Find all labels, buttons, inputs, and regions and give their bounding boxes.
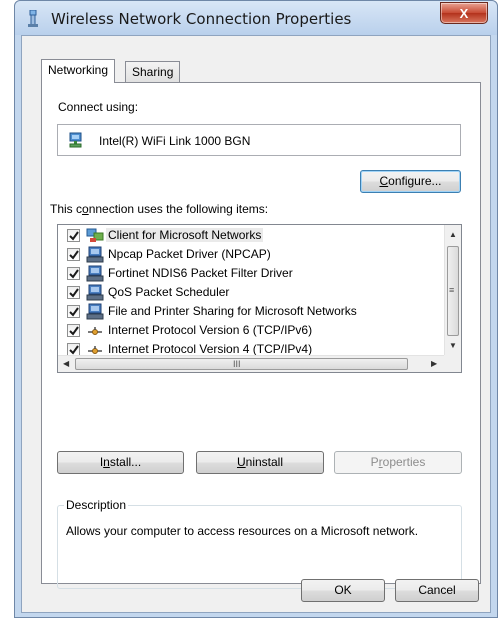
window-title: Wireless Network Connection Properties <box>51 10 352 28</box>
networking-panel: Connect using: Intel(R) WiFi Link 1000 B… <box>41 82 481 589</box>
tab-networking-label: Networking <box>48 63 109 77</box>
description-group: Description Allows your computer to acce… <box>57 498 462 589</box>
uninstall-button[interactable]: Uninstall <box>196 451 324 474</box>
network-client-icon <box>86 228 104 242</box>
close-icon: X <box>459 5 469 21</box>
dialog-client-area: Networking Sharing Connect using: Intel(… <box>21 35 491 613</box>
description-legend: Description <box>64 498 129 512</box>
scroll-down-arrow-icon[interactable]: ▼ <box>449 341 457 350</box>
scrollbar-corner <box>444 355 461 372</box>
network-connection-icon <box>28 10 38 27</box>
title-bar[interactable]: Wireless Network Connection Properties X <box>15 1 497 35</box>
configure-button[interactable]: Configure... <box>360 170 461 193</box>
network-protocol-icon <box>88 327 102 335</box>
checkbox-fortinet-ndis6-filter[interactable] <box>67 267 80 280</box>
item-label: Fortinet NDIS6 Packet Filter Driver <box>108 266 293 280</box>
list-item-fortinet-ndis6-filter[interactable]: Fortinet NDIS6 Packet Filter Driver <box>60 264 439 283</box>
item-label: Npcap Packet Driver (NPCAP) <box>108 247 271 261</box>
checkbox-qos-packet-scheduler[interactable] <box>67 286 80 299</box>
network-service-icon <box>86 303 104 320</box>
items-label-accel: o <box>82 202 89 216</box>
network-service-icon <box>86 246 104 263</box>
check-icon <box>69 231 79 241</box>
install-accel: n <box>103 455 110 469</box>
checkbox-tcp-ipv6[interactable] <box>67 324 80 337</box>
properties-window: Wireless Network Connection Properties X… <box>14 0 498 618</box>
list-item-file-printer-sharing[interactable]: File and Printer Sharing for Microsoft N… <box>60 302 439 321</box>
item-label: Internet Protocol Version 4 (TCP/IPv4) <box>108 342 313 356</box>
checkbox-client-for-microsoft-networks[interactable] <box>67 229 80 242</box>
check-icon <box>69 307 79 317</box>
item-label: QoS Packet Scheduler <box>108 285 230 299</box>
item-label: File and Printer Sharing for Microsoft N… <box>108 304 357 318</box>
scroll-left-arrow-icon[interactable]: ◀ <box>63 359 69 368</box>
horizontal-scrollbar[interactable]: ◀ III ▶ <box>58 355 444 372</box>
uninstall-post: ninstall <box>245 455 284 469</box>
list-item-qos-packet-scheduler[interactable]: QoS Packet Scheduler <box>60 283 439 302</box>
install-post: stall... <box>109 455 142 469</box>
item-label: Client for Microsoft Networks <box>106 228 264 242</box>
items-label-post: nnection uses the following items: <box>88 202 269 216</box>
vertical-scrollbar[interactable]: ▲ ≡ ▼ <box>444 225 461 355</box>
cancel-button[interactable]: Cancel <box>395 579 479 602</box>
scroll-right-arrow-icon[interactable]: ▶ <box>431 359 437 368</box>
install-button[interactable]: Install... <box>57 451 184 474</box>
scroll-up-arrow-icon[interactable]: ▲ <box>449 230 457 239</box>
uninstall-accel: U <box>236 455 246 469</box>
configure-post: onfigure... <box>388 174 442 188</box>
tab-networking[interactable]: Networking <box>41 59 116 83</box>
check-icon <box>69 326 79 336</box>
list-item-client-for-microsoft-networks[interactable]: Client for Microsoft Networks <box>60 226 439 245</box>
adapter-name: Intel(R) WiFi Link 1000 BGN <box>99 134 251 148</box>
v-grip-icon: ≡ <box>449 285 455 295</box>
properties-button[interactable]: Properties <box>334 451 462 474</box>
checkbox-file-printer-sharing[interactable] <box>67 305 80 318</box>
tab-sharing[interactable]: Sharing <box>125 61 181 82</box>
vertical-scroll-thumb[interactable]: ≡ <box>447 246 459 336</box>
list-item-npcap-packet-driver[interactable]: Npcap Packet Driver (NPCAP) <box>60 245 439 264</box>
h-grip-icon: III <box>233 359 241 369</box>
check-icon <box>69 250 79 260</box>
close-button[interactable]: X <box>440 2 488 24</box>
item-label: Internet Protocol Version 6 (TCP/IPv6) <box>108 323 313 337</box>
list-item-tcp-ipv6[interactable]: Internet Protocol Version 6 (TCP/IPv6) <box>60 321 439 340</box>
ok-button[interactable]: OK <box>301 579 385 602</box>
network-adapter-icon <box>69 132 82 148</box>
description-text: Allows your computer to access resources… <box>66 524 419 538</box>
items-label-pre: This c <box>50 202 83 216</box>
properties-post: operties <box>382 455 426 469</box>
properties-pre: P <box>370 455 379 469</box>
check-icon <box>69 345 79 355</box>
tab-sharing-label: Sharing <box>132 65 174 79</box>
horizontal-scroll-thumb[interactable]: III <box>75 358 408 370</box>
checkbox-npcap-packet-driver[interactable] <box>67 248 80 261</box>
components-list[interactable]: Client for Microsoft Networks Npcap Pack… <box>57 224 462 373</box>
adapter-field: Intel(R) WiFi Link 1000 BGN <box>57 124 461 156</box>
check-icon <box>69 288 79 298</box>
items-label: This connection uses the following items… <box>50 202 268 216</box>
connect-using-label: Connect using: <box>58 100 139 114</box>
check-icon <box>69 269 79 279</box>
network-service-icon <box>86 265 104 282</box>
network-service-icon <box>86 284 104 301</box>
configure-accel: C <box>379 174 389 188</box>
